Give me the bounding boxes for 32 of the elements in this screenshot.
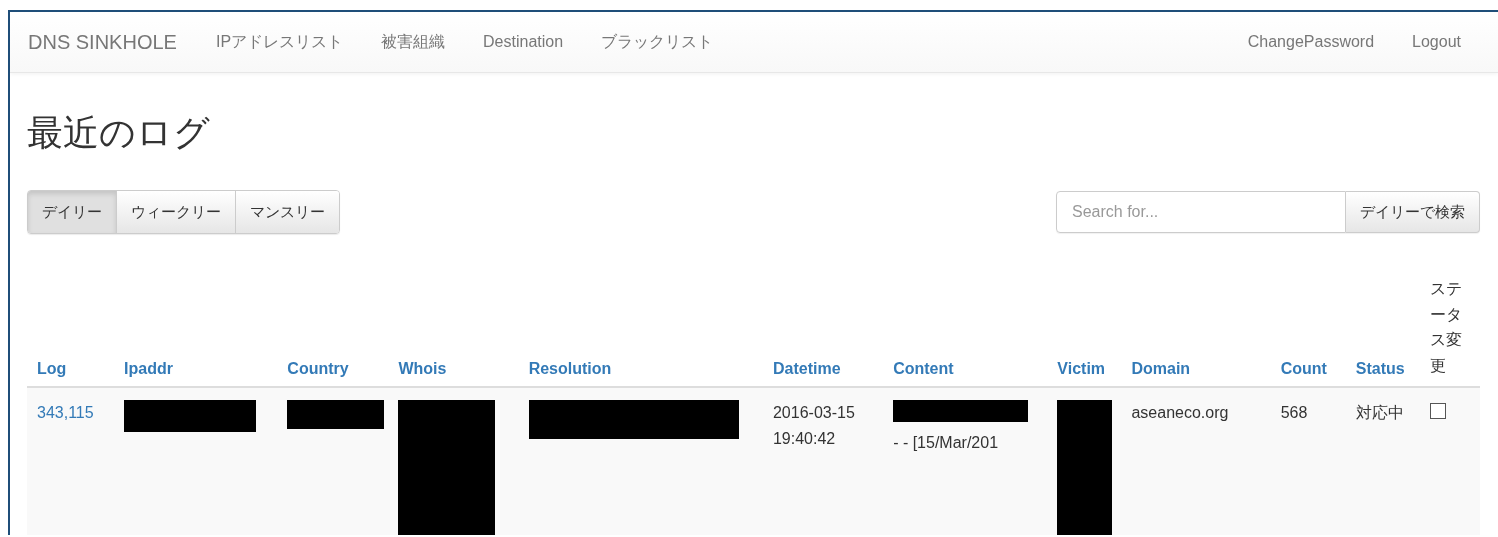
period-tab[interactable]: ウィークリー [116, 191, 235, 233]
nav-link[interactable]: Logout [1393, 33, 1480, 51]
table-cell: 2016-03-15 19:40:42 [772, 404, 855, 447]
nav-link[interactable]: Destination [464, 33, 583, 51]
column-header[interactable]: Country [287, 360, 349, 378]
nav-link[interactable]: IPアドレスリスト [196, 31, 363, 53]
column-header[interactable]: Status [1355, 360, 1405, 378]
table-cell: 568 [1280, 404, 1308, 422]
search-button[interactable]: デイリーで検索 [1346, 191, 1480, 233]
column-header[interactable]: Whois [398, 360, 447, 378]
column-header[interactable]: Ipaddr [124, 360, 173, 378]
period-tab[interactable]: デイリー [28, 191, 116, 233]
column-header[interactable]: Domain [1131, 360, 1191, 378]
column-header[interactable]: Log [37, 360, 67, 378]
period-tab[interactable]: マンスリー [235, 191, 339, 233]
nav-link[interactable]: ブラックリスト [582, 31, 733, 53]
status-checkbox[interactable] [1429, 403, 1446, 420]
nav-link[interactable]: ChangePassword [1228, 33, 1394, 51]
column-header[interactable]: Victim [1057, 360, 1106, 378]
column-header: ステータス変更 [1429, 279, 1463, 376]
column-header[interactable]: Content [893, 360, 954, 378]
column-header[interactable]: Datetime [772, 360, 841, 378]
nav-link[interactable]: 被害組織 [362, 31, 465, 53]
table-cell: aseaneco.org [1131, 404, 1229, 422]
search-field[interactable]: Search for... [1056, 191, 1346, 233]
log-link[interactable]: 343,115 [37, 404, 94, 422]
page-heading: 最近のログ [27, 111, 211, 155]
column-header[interactable]: Count [1280, 360, 1327, 378]
table-cell: 対応中 [1355, 404, 1404, 422]
table-cell-text: - - [15/Mar/201 [893, 432, 1000, 453]
column-header[interactable]: Resolution [528, 360, 612, 378]
brand-link[interactable]: DNS SINKHOLE [28, 30, 177, 54]
